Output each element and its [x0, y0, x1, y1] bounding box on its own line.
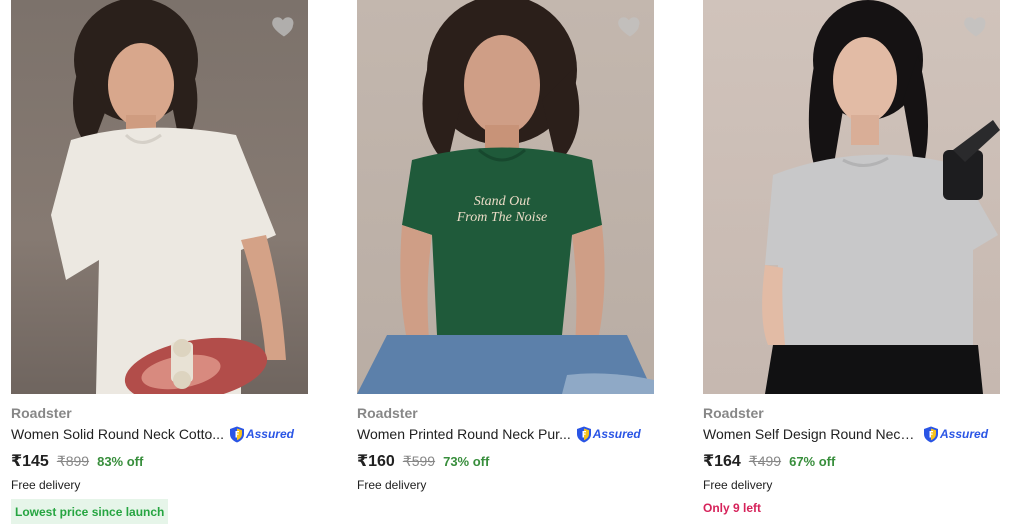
assured-shield-icon — [924, 426, 938, 442]
selling-price: ₹164 — [703, 453, 741, 470]
stock-warning: Only 9 left — [703, 501, 762, 515]
selling-price: ₹145 — [11, 453, 49, 470]
product-photo-model-green-tee: Stand Out From The Noise — [357, 0, 654, 394]
wishlist-heart-icon[interactable] — [962, 12, 990, 40]
price-row: ₹160 ₹599 73% off — [357, 451, 489, 471]
wishlist-heart-icon[interactable] — [270, 12, 298, 40]
assured-badge: Assured — [923, 425, 988, 443]
selling-price: ₹160 — [357, 453, 395, 470]
assured-shield-icon — [576, 426, 591, 442]
product-image[interactable]: Stand Out From The Noise — [357, 0, 654, 394]
product-title[interactable]: Women Printed Round Neck Pur... — [357, 426, 571, 442]
original-price: ₹599 — [402, 453, 436, 469]
delivery-info: Free delivery — [11, 478, 81, 492]
product-brand: Roadster — [357, 405, 418, 421]
assured-shield-icon — [229, 426, 244, 442]
wishlist-heart-icon[interactable] — [616, 12, 644, 40]
product-card[interactable]: Roadster Women Self Design Round Neck...… — [703, 0, 1000, 532]
lowest-price-badge: Lowest price since launch — [11, 499, 169, 524]
tee-print-line2: From The Noise — [456, 210, 547, 225]
product-title-row[interactable]: Women Solid Round Neck Cotto... Assured — [11, 424, 308, 444]
product-image[interactable] — [703, 0, 1000, 394]
original-price: ₹899 — [56, 453, 90, 469]
delivery-info: Free delivery — [357, 478, 427, 492]
discount-percent: 67% off — [789, 454, 836, 469]
product-image[interactable] — [11, 0, 308, 394]
assured-label: Assured — [592, 427, 641, 441]
price-row: ₹164 ₹499 67% off — [703, 451, 835, 471]
price-row: ₹145 ₹899 83% off — [11, 451, 143, 471]
delivery-info: Free delivery — [703, 478, 773, 492]
product-photo-model-grey-tee — [762, 0, 1000, 394]
discount-percent: 73% off — [443, 454, 490, 469]
original-price: ₹499 — [748, 453, 782, 469]
product-title[interactable]: Women Solid Round Neck Cotto... — [11, 426, 224, 442]
product-brand: Roadster — [11, 405, 72, 421]
product-title[interactable]: Women Self Design Round Neck... — [703, 426, 918, 442]
product-card[interactable]: Stand Out From The Noise Roadster Women … — [357, 0, 654, 532]
assured-badge: Assured — [229, 425, 294, 443]
product-brand: Roadster — [703, 405, 764, 421]
product-card[interactable]: Roadster Women Solid Round Neck Cotto...… — [11, 0, 308, 532]
assured-label: Assured — [245, 427, 294, 441]
product-title-row[interactable]: Women Self Design Round Neck... Assured — [703, 424, 1000, 444]
tee-print-line1: Stand Out — [474, 194, 532, 209]
product-photo-model-white-tee — [51, 0, 286, 394]
discount-percent: 83% off — [97, 454, 144, 469]
assured-badge: Assured — [576, 425, 641, 443]
assured-label: Assured — [940, 427, 989, 441]
product-title-row[interactable]: Women Printed Round Neck Pur... Assured — [357, 424, 654, 444]
